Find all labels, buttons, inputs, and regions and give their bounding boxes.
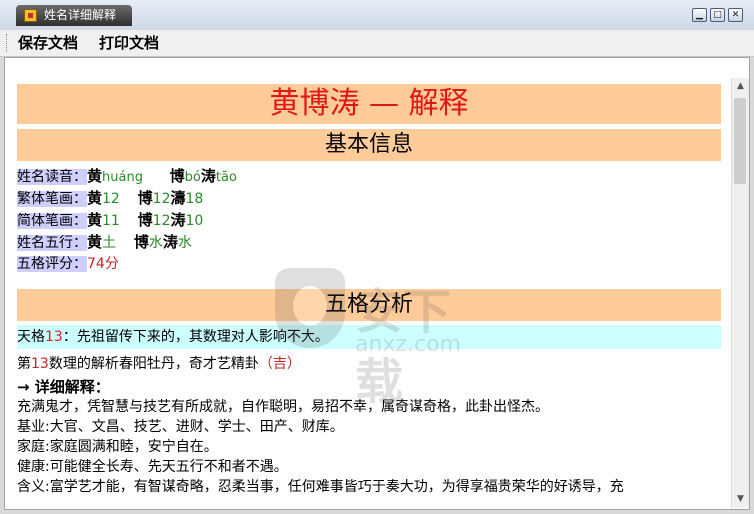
stroke-count: 10 — [185, 213, 204, 229]
char: 涛 — [170, 211, 186, 229]
window-title: 姓名详细解释 — [44, 8, 117, 22]
element: 土 — [102, 235, 117, 251]
wuxing-label: 姓名五行： — [17, 235, 87, 251]
pinyin: tāo — [215, 170, 237, 185]
watermark-logo: 安下载 anxz.com — [275, 268, 495, 410]
pinyin: huáng — [102, 170, 143, 185]
page-title: 黄博涛 — 解释 — [17, 84, 721, 124]
char: 博 — [137, 211, 153, 229]
analysis-number: 13 — [31, 356, 49, 372]
score-value: 74分 — [87, 256, 119, 272]
char: 黄 — [87, 167, 103, 185]
save-document-button[interactable]: 保存文档 — [18, 34, 78, 52]
detail-line: 健康:可能健全长寿、先天五行不和者不遇。 — [17, 459, 288, 475]
stroke-count: 12 — [152, 191, 171, 207]
detail-line: 家庭:家庭圆满和睦，安宁自在。 — [17, 439, 218, 455]
document-view[interactable]: 黄博涛 — 解释 基本信息 姓名读音：黄huáng 博bó涛tāo 繁体笔画：黄… — [4, 57, 750, 510]
pinyin: bó — [184, 170, 201, 185]
reading-row: 姓名读音：黄huáng 博bó涛tāo — [17, 165, 721, 187]
analysis-prefix: 第 — [17, 356, 31, 372]
char: 博 — [137, 189, 153, 207]
element: 水 — [148, 235, 163, 251]
score-label: 五格评分： — [17, 256, 87, 272]
traditional-strokes-row: 繁体笔画：黄12 博12濤18 — [17, 187, 721, 209]
scroll-down-arrow-icon[interactable]: ▼ — [732, 491, 749, 508]
char: 博 — [169, 167, 185, 185]
char: 涛 — [162, 233, 178, 251]
scroll-up-arrow-icon[interactable]: ▲ — [732, 78, 749, 95]
char: 涛 — [200, 167, 216, 185]
stroke-count: 12 — [102, 191, 120, 207]
watermark-domain: anxz.com — [355, 332, 461, 357]
simp-label: 简体笔画： — [17, 213, 87, 229]
tiange-label: 天格 — [17, 329, 45, 345]
reading-label: 姓名读音： — [17, 169, 87, 185]
char: 黄 — [87, 233, 103, 251]
title-bar: 姓名详细解释 ▁ □ ✕ — [0, 0, 754, 30]
app-icon — [24, 9, 37, 22]
tiange-number: 13 — [45, 329, 63, 345]
print-document-button[interactable]: 打印文档 — [99, 34, 159, 52]
analysis-text: 数理的解析春阳牡丹，奇才艺精卦 — [48, 356, 259, 372]
scroll-thumb[interactable] — [734, 98, 746, 184]
close-button[interactable]: ✕ — [728, 8, 743, 22]
char: 黄 — [87, 189, 103, 207]
maximize-button[interactable]: □ — [710, 8, 725, 22]
analysis-luck: （吉） — [258, 356, 301, 372]
char: 博 — [133, 233, 149, 251]
wuxing-row: 姓名五行：黄土 博水涛水 — [17, 231, 721, 253]
detail-line: 含义:富学艺才能，有智谋奇略，忍柔当事，任何难事皆巧于奏大功，为得享福贵荣华的好… — [17, 479, 624, 495]
vertical-scrollbar[interactable]: ▲ ▼ — [731, 78, 749, 508]
char: 黄 — [87, 211, 103, 229]
minimize-button[interactable]: ▁ — [692, 8, 707, 22]
window-title-tab: 姓名详细解释 — [16, 5, 132, 26]
element: 水 — [177, 235, 192, 251]
menu-bar: 保存文档 打印文档 — [0, 30, 754, 57]
basic-info-header: 基本信息 — [17, 129, 721, 161]
stroke-count: 11 — [102, 213, 120, 229]
shield-icon — [275, 268, 345, 348]
trad-label: 繁体笔画： — [17, 191, 87, 207]
char: 濤 — [170, 189, 186, 207]
simplified-strokes-row: 简体笔画：黄11 博12涛10 — [17, 209, 721, 231]
detail-line: 基业:大官、文昌、技艺、进财、学士、田产、财库。 — [17, 419, 344, 435]
stroke-count: 18 — [185, 191, 204, 207]
toolbar-grip — [6, 34, 9, 52]
stroke-count: 12 — [152, 213, 171, 229]
